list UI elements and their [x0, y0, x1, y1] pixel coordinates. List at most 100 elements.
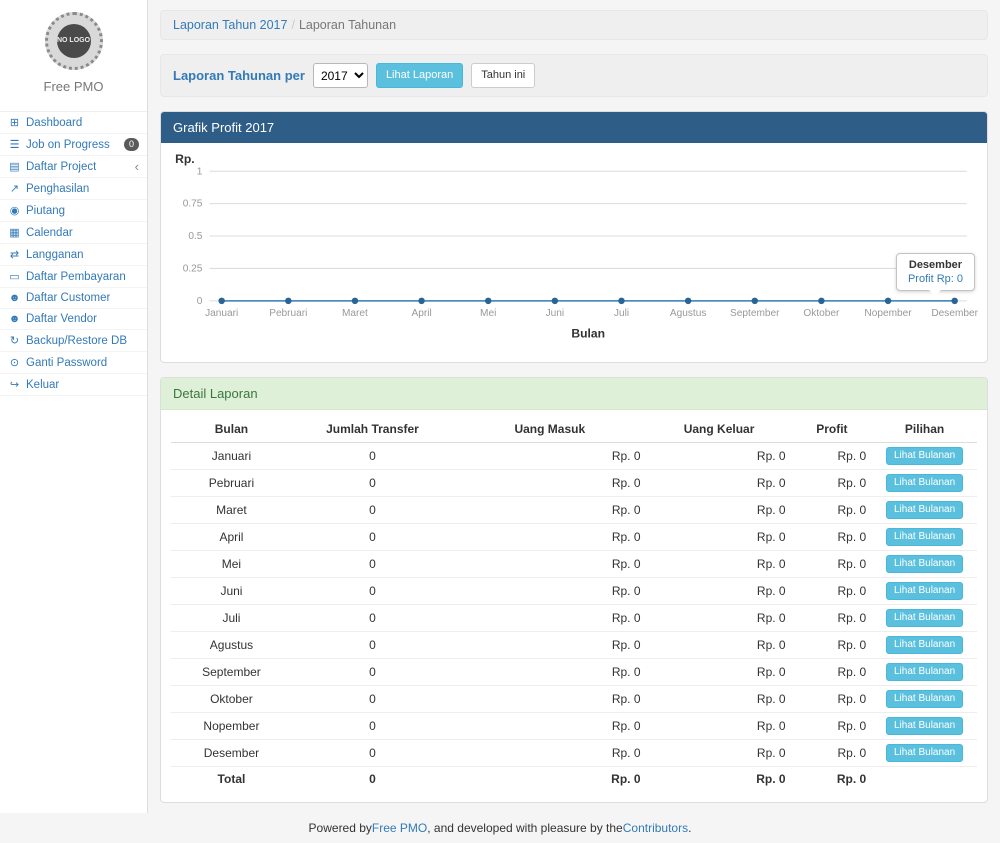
uang_keluar-cell: Rp. 0	[647, 523, 792, 550]
sidebar-item-daftar-customer[interactable]: ☻ Daftar Customer	[0, 288, 147, 309]
y-tick-label: 0.25	[183, 264, 203, 275]
profit-cell: Rp. 0	[792, 523, 873, 550]
table-row: April0Rp. 0Rp. 0Rp. 0Lihat Bulanan	[171, 523, 977, 550]
action-cell: Lihat Bulanan	[872, 523, 977, 550]
sidebar-item-piutang[interactable]: ◉Piutang	[0, 200, 147, 222]
uang_keluar-cell: Rp. 0	[647, 577, 792, 604]
column-header: Uang Masuk	[453, 416, 646, 443]
action-cell: Lihat Bulanan	[872, 712, 977, 739]
sidebar-item-daftar-pembayaran[interactable]: ▭Daftar Pembayaran	[0, 266, 147, 288]
uang_keluar-cell: Rp. 0	[647, 739, 792, 766]
calendar-icon: ▦	[8, 226, 21, 239]
jumlah_transfer-cell: 0	[292, 469, 453, 496]
free-pmo-link[interactable]: Free PMO	[372, 821, 427, 835]
sidebar-menu: ⊞Dashboard☰Job on Progress0▤Daftar Proje…	[0, 111, 147, 396]
x-tick-label: Mei	[480, 308, 496, 319]
breadcrumb: Laporan Tahun 2017/Laporan Tahunan	[160, 10, 988, 40]
table-header-row: BulanJumlah TransferUang MasukUang Kelua…	[171, 416, 977, 443]
bulan-cell: Maret	[171, 496, 292, 523]
y-tick-label: 0	[197, 296, 203, 307]
sidebar-item-dashboard[interactable]: ⊞Dashboard	[0, 112, 147, 134]
x-tick-label: Desember	[931, 308, 978, 319]
data-point	[818, 298, 824, 304]
chevron-left-icon: ‹	[135, 160, 139, 173]
uang_keluar-cell: Rp. 0	[647, 685, 792, 712]
data-point	[752, 298, 758, 304]
lihat-bulanan-button[interactable]: Lihat Bulanan	[886, 636, 963, 654]
total-uang_keluar-cell: Rp. 0	[647, 766, 792, 790]
x-tick-label: Juli	[614, 308, 629, 319]
table-row: Oktober0Rp. 0Rp. 0Rp. 0Lihat Bulanan	[171, 685, 977, 712]
profit-cell: Rp. 0	[792, 604, 873, 631]
count-badge: 0	[124, 138, 139, 151]
detail-panel-title: Detail Laporan	[161, 378, 987, 410]
filter-label: Laporan Tahunan per	[173, 68, 305, 83]
detail-table-wrap: BulanJumlah TransferUang MasukUang Kelua…	[161, 410, 987, 803]
lihat-bulanan-button[interactable]: Lihat Bulanan	[886, 744, 963, 762]
sidebar-item-calendar[interactable]: ▦Calendar	[0, 222, 147, 244]
x-tick-label: April	[411, 308, 431, 319]
sidebar-item-keluar[interactable]: ↪Keluar	[0, 374, 147, 396]
main-content: Laporan Tahun 2017/Laporan Tahunan Lapor…	[148, 0, 1000, 813]
sidebar-item-penghasilan[interactable]: ↗Penghasilan	[0, 178, 147, 200]
detail-table: BulanJumlah TransferUang MasukUang Kelua…	[171, 416, 977, 791]
lihat-bulanan-button[interactable]: Lihat Bulanan	[886, 609, 963, 627]
jumlah_transfer-cell: 0	[292, 550, 453, 577]
action-cell: Lihat Bulanan	[872, 469, 977, 496]
profit-cell: Rp. 0	[792, 658, 873, 685]
profit-chart: 00.250.50.751JanuariPebruariMaretAprilMe…	[161, 143, 987, 362]
column-header: Jumlah Transfer	[292, 416, 453, 443]
bulan-cell: Juni	[171, 577, 292, 604]
year-select[interactable]: 2017	[313, 63, 368, 88]
vendors-icon: ☻	[8, 313, 21, 325]
sidebar-item-label: Daftar Customer	[26, 292, 110, 304]
y-axis-label: Rp.	[175, 152, 195, 166]
sidebar-item-backup-restore-db[interactable]: ↻Backup/Restore DB	[0, 330, 147, 352]
uang_masuk-cell: Rp. 0	[453, 631, 646, 658]
sidebar-item-label: Langganan	[26, 249, 84, 261]
table-row: Januari0Rp. 0Rp. 0Rp. 0Lihat Bulanan	[171, 442, 977, 469]
backup-restore-icon: ↻	[8, 334, 21, 347]
lihat-bulanan-button[interactable]: Lihat Bulanan	[886, 447, 963, 465]
column-header: Pilihan	[872, 416, 977, 443]
lihat-bulanan-button[interactable]: Lihat Bulanan	[886, 663, 963, 681]
footer: Powered by Free PMO, and developed with …	[0, 813, 1000, 843]
sidebar-item-langganan[interactable]: ⇄Langganan	[0, 244, 147, 266]
contributors-link[interactable]: Contributors	[623, 821, 688, 835]
sidebar-item-label: Piutang	[26, 205, 65, 217]
lihat-bulanan-button[interactable]: Lihat Bulanan	[886, 474, 963, 492]
lihat-bulanan-button[interactable]: Lihat Bulanan	[886, 690, 963, 708]
tahun-ini-button[interactable]: Tahun ini	[471, 63, 535, 88]
logo-area: NO LOGO Free PMO	[0, 0, 147, 102]
column-header: Uang Keluar	[647, 416, 792, 443]
sidebar-item-daftar-vendor[interactable]: ☻Daftar Vendor	[0, 309, 147, 330]
bulan-cell: Agustus	[171, 631, 292, 658]
bulan-cell: September	[171, 658, 292, 685]
customers-icon: ☻	[8, 292, 21, 304]
lihat-bulanan-button[interactable]: Lihat Bulanan	[886, 501, 963, 519]
no-logo-badge: NO LOGO	[57, 24, 91, 58]
uang_masuk-cell: Rp. 0	[453, 712, 646, 739]
x-tick-label: Juni	[546, 308, 565, 319]
data-point	[352, 298, 358, 304]
lihat-bulanan-button[interactable]: Lihat Bulanan	[886, 582, 963, 600]
footer-text: .	[688, 821, 691, 835]
uang_masuk-cell: Rp. 0	[453, 550, 646, 577]
chart-tooltip: Desember Profit Rp: 0	[896, 253, 975, 291]
x-tick-label: Januari	[205, 308, 238, 319]
lihat-bulanan-button[interactable]: Lihat Bulanan	[886, 528, 963, 546]
sidebar-item-daftar-project[interactable]: ▤Daftar Project‹	[0, 156, 147, 178]
breadcrumb-link[interactable]: Laporan Tahun 2017	[173, 18, 287, 32]
sidebar-item-ganti-password[interactable]: ⊙Ganti Password	[0, 352, 147, 374]
x-tick-label: Maret	[342, 308, 368, 319]
lihat-laporan-button[interactable]: Lihat Laporan	[376, 63, 463, 88]
lihat-bulanan-button[interactable]: Lihat Bulanan	[886, 717, 963, 735]
grafik-profit-panel: Grafik Profit 2017 00.250.50.751JanuariP…	[160, 111, 988, 363]
uang_keluar-cell: Rp. 0	[647, 550, 792, 577]
lihat-bulanan-button[interactable]: Lihat Bulanan	[886, 555, 963, 573]
total-bulan-cell: Total	[171, 766, 292, 790]
y-tick-label: 1	[197, 166, 203, 177]
sidebar-item-job-on-progress[interactable]: ☰Job on Progress0	[0, 134, 147, 156]
jumlah_transfer-cell: 0	[292, 604, 453, 631]
total-profit-cell: Rp. 0	[792, 766, 873, 790]
